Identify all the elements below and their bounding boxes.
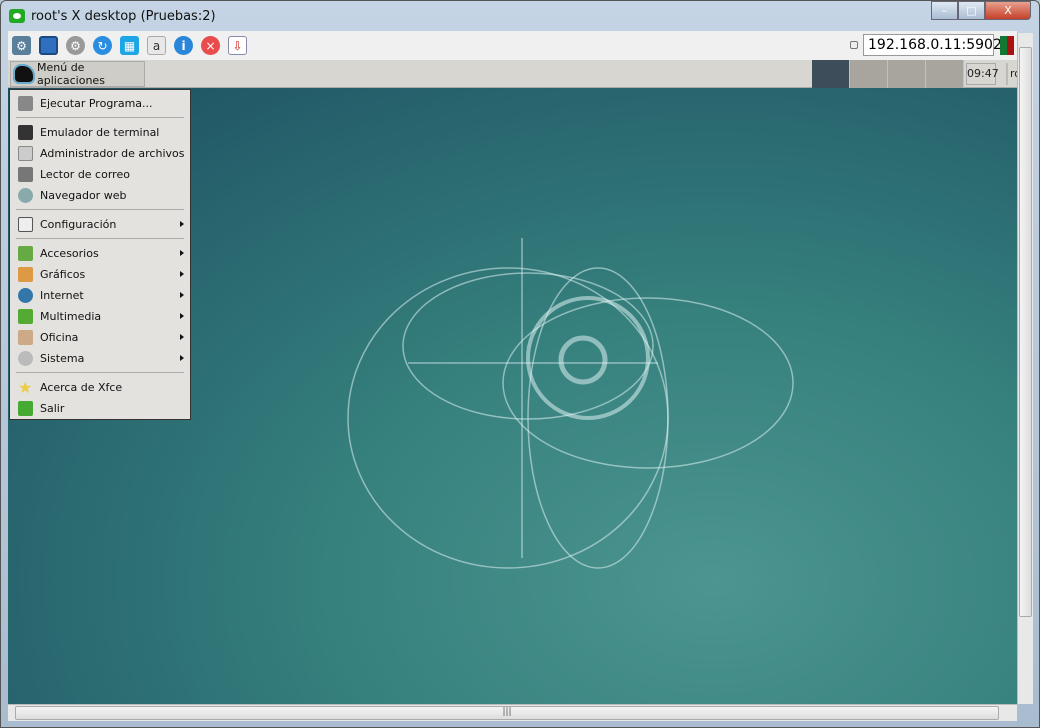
address-checkbox[interactable] <box>850 41 858 49</box>
horizontal-scrollbar[interactable]: ||| <box>8 704 1017 721</box>
xfce-mouse-icon <box>15 66 33 82</box>
vnc-window: root's X desktop (Pruebas:2) – □ X ⚙ ⚙ ↻… <box>0 0 1040 728</box>
menu-item-accessories[interactable]: Accesorios <box>10 243 190 264</box>
menu-separator <box>16 117 184 118</box>
windows-key-icon[interactable]: ▦ <box>120 36 139 55</box>
internet-icon <box>18 288 33 303</box>
window-title: root's X desktop (Pruebas:2) <box>31 8 216 24</box>
menu-item-mail-reader[interactable]: Lector de correo <box>10 164 190 185</box>
minimize-button[interactable]: – <box>931 1 958 20</box>
vnc-app-icon <box>9 9 25 23</box>
submenu-arrow-icon <box>180 271 184 277</box>
submenu-arrow-icon <box>180 334 184 340</box>
fullscreen-icon[interactable] <box>39 36 58 55</box>
run-program-icon <box>18 96 33 111</box>
settings-icon <box>18 217 33 232</box>
workspace-2[interactable] <box>850 60 888 88</box>
submenu-arrow-icon <box>180 313 184 319</box>
workspace-3[interactable] <box>888 60 926 88</box>
options-icon[interactable]: ⚙ <box>12 36 31 55</box>
graphics-icon <box>18 267 33 282</box>
menu-separator <box>16 372 184 373</box>
system-gear-icon <box>18 351 33 366</box>
submenu-arrow-icon <box>180 355 184 361</box>
file-manager-icon <box>18 146 33 161</box>
workspace-4[interactable] <box>926 60 964 88</box>
submenu-arrow-icon <box>180 221 184 227</box>
workspace-1[interactable] <box>812 60 850 88</box>
submenu-arrow-icon <box>180 292 184 298</box>
terminal-icon <box>18 125 33 140</box>
menu-separator <box>16 238 184 239</box>
menu-item-file-manager[interactable]: Administrador de archivos <box>10 143 190 164</box>
menu-separator <box>16 209 184 210</box>
menu-item-internet[interactable]: Internet <box>10 285 190 306</box>
title-bar: root's X desktop (Pruebas:2) <box>9 5 216 27</box>
address-field[interactable]: 192.168.0.11:5902 <box>863 34 1002 56</box>
menu-item-run-program[interactable]: Ejecutar Programa... <box>10 93 190 114</box>
xfce-panel: Menú de aplicaciones 09:47 ro <box>8 60 1021 88</box>
disconnect-icon[interactable]: × <box>201 36 220 55</box>
applications-menu: Ejecutar Programa... Emulador de termina… <box>9 89 191 420</box>
info-icon[interactable]: i <box>174 36 193 55</box>
accessories-icon <box>18 246 33 261</box>
menu-item-web-browser[interactable]: Navegador web <box>10 185 190 206</box>
office-icon <box>18 330 33 345</box>
vertical-scroll-thumb[interactable] <box>1019 47 1032 617</box>
menu-item-graphics[interactable]: Gráficos <box>10 264 190 285</box>
mail-icon <box>18 167 33 182</box>
menu-item-system[interactable]: Sistema <box>10 348 190 369</box>
submenu-arrow-icon <box>180 250 184 256</box>
star-icon: ★ <box>18 378 33 397</box>
applications-menu-button[interactable]: Menú de aplicaciones <box>10 61 145 87</box>
menu-item-terminal[interactable]: Emulador de terminal <box>10 122 190 143</box>
menu-item-multimedia[interactable]: Multimedia <box>10 306 190 327</box>
maximize-button[interactable]: □ <box>958 1 985 20</box>
ctrl-alt-del-icon[interactable]: a <box>147 36 166 55</box>
exit-icon <box>18 401 33 416</box>
panel-clock[interactable]: 09:47 <box>966 63 999 85</box>
close-button[interactable]: X <box>985 1 1031 20</box>
menu-item-office[interactable]: Oficina <box>10 327 190 348</box>
menu-item-logout[interactable]: Salir <box>10 398 190 419</box>
settings-icon[interactable]: ⚙ <box>66 36 85 55</box>
workspace-switcher <box>812 60 964 88</box>
web-browser-icon <box>18 188 33 203</box>
horizontal-scroll-thumb[interactable]: ||| <box>15 706 999 720</box>
menu-item-settings[interactable]: Configuración <box>10 214 190 235</box>
status-indicator-icon <box>1000 36 1014 55</box>
applications-menu-label: Menú de aplicaciones <box>37 61 105 87</box>
refresh-icon[interactable]: ↻ <box>93 36 112 55</box>
vertical-scrollbar[interactable] <box>1017 33 1033 704</box>
multimedia-icon <box>18 309 33 324</box>
transfer-icon[interactable]: ⇩ <box>228 36 247 55</box>
menu-item-about-xfce[interactable]: ★ Acerca de Xfce <box>10 377 190 398</box>
